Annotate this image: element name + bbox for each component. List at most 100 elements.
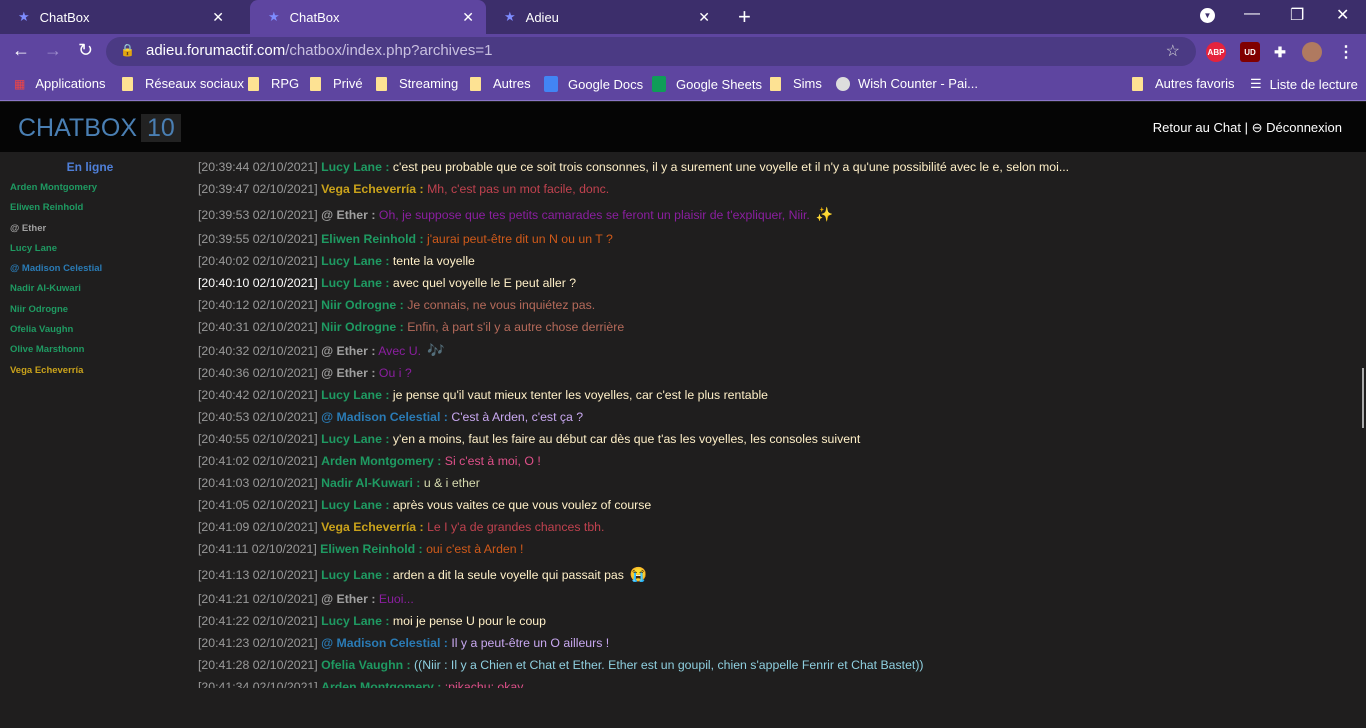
bookmark-label: Sims [793,76,822,91]
close-tab-icon[interactable]: ✕ [212,9,224,26]
logout-icon: ⊖ [1251,120,1263,135]
message-row: [20:41:03 02/10/2021] Nadir Al-Kuwari : … [198,472,1348,494]
message-author[interactable]: Lucy Lane : [321,568,389,582]
message-row: [20:40:42 02/10/2021] Lucy Lane : je pen… [198,384,1348,406]
chatbox-logo: CHATBOX 10 [18,114,181,143]
profile-avatar[interactable] [1302,42,1322,62]
message-author[interactable]: Vega Echeverría : [321,520,424,534]
bookmark-autres[interactable]: Autres [470,76,531,91]
online-user[interactable]: Arden Montgomery [0,182,180,202]
message-timestamp: [20:39:47 02/10/2021] [198,182,318,196]
reading-list[interactable]: ☰ Liste de lecture [1250,76,1358,92]
message-author[interactable]: Lucy Lane : [321,498,389,512]
message-author[interactable]: Eliwen Reinhold : [321,232,423,246]
message-author[interactable]: @ Ether : [321,344,375,358]
message-author[interactable]: @ Ether : [321,208,375,222]
logout-link[interactable]: Déconnexion [1266,120,1342,135]
message-timestamp: [20:40:10 02/10/2021] [198,276,318,290]
message-author[interactable]: Arden Montgomery : [321,680,441,688]
message-row: [20:41:09 02/10/2021] Vega Echeverría : … [198,516,1348,538]
online-user[interactable]: @ Madison Celestial [0,263,180,283]
message-row: [20:40:02 02/10/2021] Lucy Lane : tente … [198,250,1348,272]
address-bar[interactable]: 🔒 adieu.forumactif.com/chatbox/index.php… [106,37,1196,66]
tab-adieu[interactable]: ★ Adieu ✕ [486,0,722,34]
message-row: [20:39:47 02/10/2021] Vega Echeverría : … [198,178,1348,200]
new-tab-icon[interactable]: + [738,4,751,30]
message-author[interactable]: Eliwen Reinhold : [320,542,422,556]
bookmark-streaming[interactable]: Streaming [376,76,458,91]
message-author[interactable]: Lucy Lane : [321,432,389,446]
bookmark-sims[interactable]: Sims [770,76,822,91]
message-author[interactable]: Lucy Lane : [321,276,389,290]
menu-icon[interactable]: ⋮ [1336,42,1356,62]
message-text: C'est à Arden, c'est ça ? [451,410,584,424]
adblock-icon[interactable]: ABP [1206,42,1226,62]
online-user[interactable]: Niir Odrogne [0,304,180,324]
bookmark-applications[interactable]: ▦ Applications [14,76,105,91]
extensions-icon[interactable]: ✚ [1270,42,1290,62]
message-author[interactable]: @ Madison Celestial : [321,410,448,424]
reading-list-icon: ☰ [1250,76,1262,91]
message-author[interactable]: Lucy Lane : [321,160,389,174]
restore-icon[interactable]: ❐ [1290,5,1304,25]
bookmark-label: Streaming [399,76,459,91]
online-user[interactable]: Nadir Al-Kuwari [0,283,180,303]
online-user[interactable]: Lucy Lane [0,243,180,263]
bookmark-reseaux[interactable]: Réseaux sociaux [122,76,244,91]
tab-chatbox-1[interactable]: ★ ChatBox ✕ [0,0,236,34]
bookmark-autres-favoris[interactable]: Autres favoris [1132,76,1234,91]
online-user[interactable]: Vega Echeverría [0,365,180,385]
message-text: Euoi... [378,592,414,606]
folder-icon [470,76,481,91]
bookmark-wish-counter[interactable]: Wish Counter - Pai... [836,76,978,91]
tab-search-icon[interactable]: ▼ [1200,8,1215,23]
bookmark-label: Applications [35,76,106,91]
message-author[interactable]: Niir Odrogne : [321,298,404,312]
bookmarks-bar: ▦ Applications Réseaux sociaux RPG Privé … [0,68,1366,101]
online-user[interactable]: Olive Marsthonn [0,344,180,364]
bookmark-google-sheets[interactable]: Google Sheets [652,76,762,92]
message-text: Ou i ? [378,366,412,380]
url-path: /chatbox/index.php?archives=1 [285,42,493,59]
online-count: 10 [141,114,181,142]
back-icon[interactable]: ← [12,40,30,61]
message-author[interactable]: Lucy Lane : [321,614,389,628]
close-tab-icon[interactable]: ✕ [698,9,710,26]
message-author[interactable]: Ofelia Vaughn : [321,658,411,672]
message-timestamp: [20:40:31 02/10/2021] [198,320,318,334]
message-author[interactable]: Nadir Al-Kuwari : [321,476,420,490]
tab-chatbox-2[interactable]: ★ ChatBox ✕ [250,0,486,34]
message-timestamp: [20:41:22 02/10/2021] [198,614,318,628]
message-author[interactable]: Niir Odrogne : [321,320,404,334]
bookmark-rpg[interactable]: RPG [248,76,299,91]
bookmark-label: Google Docs [568,76,644,92]
message-author[interactable]: Vega Echeverría : [321,182,424,196]
message-author[interactable]: @ Ether : [321,366,375,380]
message-author[interactable]: Lucy Lane : [321,388,389,402]
minimize-icon[interactable]: — [1244,5,1260,23]
online-user[interactable]: Eliwen Reinhold [0,202,180,222]
message-author[interactable]: @ Madison Celestial : [321,636,448,650]
message-author[interactable]: Arden Montgomery : [321,454,441,468]
message-text: Oh, je suppose que tes petits camarades … [378,208,810,222]
folder-icon [1132,76,1143,91]
google-docs-icon [544,76,558,92]
message-text: c'est peu probable que ce soit trois con… [392,160,1070,174]
reload-icon[interactable]: ↻ [78,40,93,61]
close-tab-icon[interactable]: ✕ [462,9,474,26]
message-author[interactable]: @ Ether : [321,592,375,606]
message-row: [20:40:53 02/10/2021] @ Madison Celestia… [198,406,1348,428]
message-timestamp: [20:40:02 02/10/2021] [198,254,318,268]
online-user[interactable]: @ Ether [0,223,180,243]
online-user[interactable]: Ofelia Vaughn [0,324,180,344]
bookmark-google-docs[interactable]: Google Docs [544,76,643,92]
back-to-chat-link[interactable]: Retour au Chat | [1153,120,1248,135]
forward-icon[interactable]: → [44,40,62,61]
ublock-icon[interactable]: UD [1240,42,1260,62]
scrollbar[interactable] [1362,368,1364,428]
bookmark-star-icon[interactable]: ☆ [1166,41,1180,61]
message-author[interactable]: Lucy Lane : [321,254,389,268]
bookmark-prive[interactable]: Privé [310,76,363,91]
close-window-icon[interactable]: ✕ [1336,5,1349,25]
bookmark-label: Liste de lecture [1269,76,1358,92]
